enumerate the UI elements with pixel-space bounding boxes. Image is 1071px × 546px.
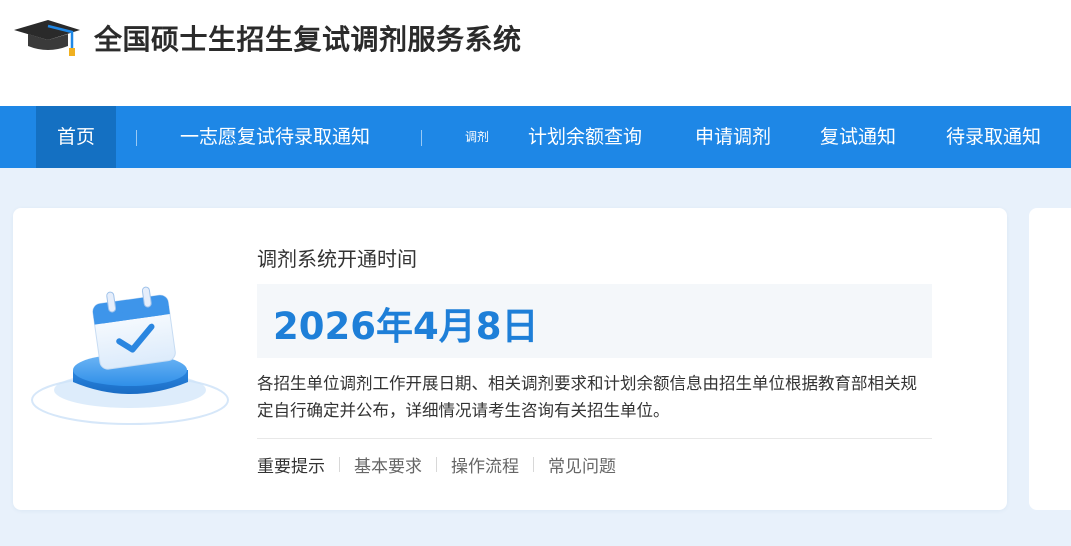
info-links: 重要提示 基本要求 操作流程 常见问题 [257,452,616,477]
side-card [1029,208,1071,510]
main-nav: 首页 一志愿复试待录取通知 调剂 计划余额查询 申请调剂 复试通知 待录取通知 [0,106,1071,168]
date-box: 2026年4月8日 [257,284,932,358]
link-important-notice[interactable]: 重要提示 [257,452,325,477]
open-date: 2026年4月8日 [273,305,539,348]
nav-item-reexam-notice[interactable]: 复试通知 [820,106,896,168]
nav-separator [421,130,422,146]
link-operation-process[interactable]: 操作流程 [451,452,519,477]
open-time-label: 调剂系统开通时间 [257,247,417,271]
nav-item-plan-balance[interactable]: 计划余额查询 [528,106,642,168]
site-header: 全国硕士生招生复试调剂服务系统 [0,0,1071,106]
nav-tag-adjustment: 调剂 [465,130,490,144]
nav-item-admission-notice[interactable]: 待录取通知 [946,106,1041,168]
nav-item-home[interactable]: 首页 [36,106,116,168]
divider [257,438,932,439]
nav-item-first-choice-notice[interactable]: 一志愿复试待录取通知 [180,106,370,168]
nav-separator [136,130,137,146]
graduation-cap-icon [14,20,80,56]
description-text: 各招生单位调剂工作开展日期、相关调剂要求和计划余额信息由招生单位根据教育部相关规… [257,374,917,420]
link-basic-requirements[interactable]: 基本要求 [354,452,422,477]
link-separator [436,457,437,472]
calendar-check-icon [31,286,229,425]
site-title: 全国硕士生招生复试调剂服务系统 [94,23,522,56]
link-separator [533,457,534,472]
link-separator [339,457,340,472]
nav-item-apply-adjustment[interactable]: 申请调剂 [695,106,771,168]
link-faq[interactable]: 常见问题 [548,452,616,477]
